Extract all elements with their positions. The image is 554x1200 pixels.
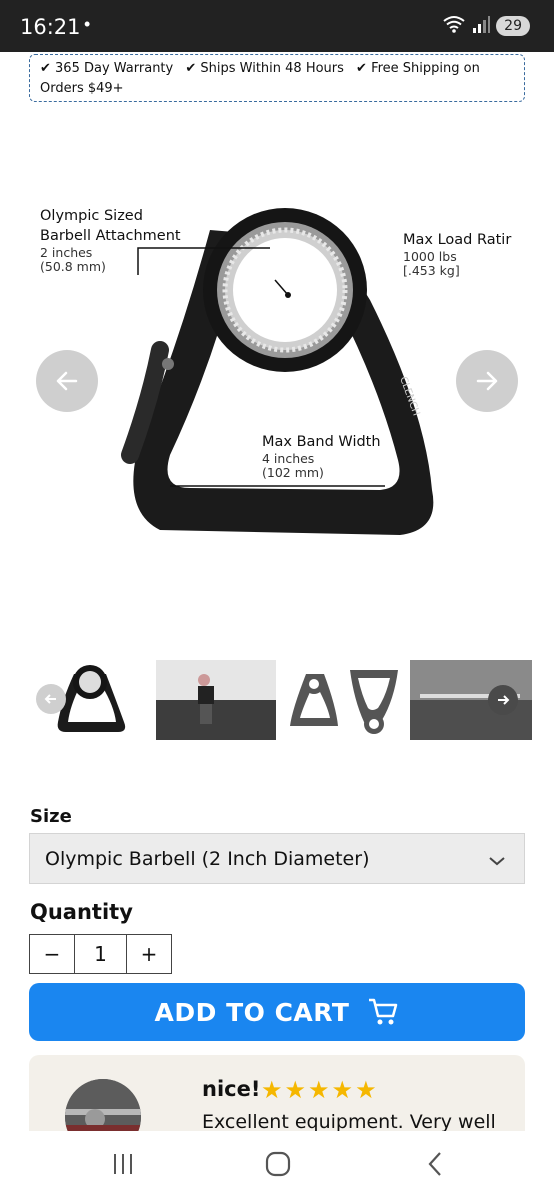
band-width-label: Max Band Width 4 inches (102 mm) (262, 432, 381, 480)
quantity-increase-button[interactable]: + (127, 935, 171, 973)
band-width-mm: (102 mm) (262, 465, 324, 480)
arrow-right-icon (476, 371, 498, 391)
recent-apps-icon (114, 1154, 132, 1174)
thumbnail-2[interactable] (156, 660, 276, 740)
load-title: Max Load Ratir (403, 232, 512, 248)
load-lbs: 1000 lbs (403, 249, 457, 264)
load-label: Max Load Ratir 1000 lbs [.453 kg] (403, 230, 511, 278)
previous-image-button[interactable] (36, 350, 98, 412)
shipping-speed-text: ✔ Ships Within 48 Hours (185, 61, 344, 76)
arrow-left-icon (44, 694, 56, 704)
review-card: nice! ★★★★★ Excellent equipment. Very we… (29, 1055, 525, 1131)
status-bar: 16:21 • 29 (0, 0, 554, 52)
warranty-text: ✔ 365 Day Warranty (40, 61, 174, 76)
chevron-down-icon (488, 850, 506, 872)
star-rating: ★★★★★ (261, 1077, 379, 1104)
quantity-decrease-button[interactable]: − (30, 935, 75, 973)
size-label: Size (30, 806, 72, 827)
attachment-title-line2: Barbell Attachment (40, 228, 181, 244)
recent-apps-button[interactable] (108, 1149, 138, 1179)
home-button[interactable] (263, 1149, 293, 1179)
thumbnail-4[interactable] (410, 660, 532, 740)
shipping-banner: ✔ 365 Day Warranty ✔ Ships Within 48 Hou… (29, 54, 525, 102)
size-select[interactable]: Olympic Barbell (2 Inch Diameter) (29, 833, 525, 884)
system-navigation-bar (0, 1131, 554, 1200)
home-icon (265, 1151, 291, 1177)
add-to-cart-button[interactable]: ADD TO CART (29, 983, 525, 1041)
status-time: 16:21 (20, 15, 81, 39)
status-icons: 29 (442, 15, 530, 37)
cart-icon (369, 998, 398, 1025)
quantity-input[interactable]: 1 (75, 935, 127, 973)
attachment-title-line1: Olympic Sized (40, 208, 143, 224)
thumb-next-button[interactable] (488, 685, 518, 715)
add-to-cart-label: ADD TO CART (154, 997, 350, 1027)
battery-icon: 29 (496, 16, 530, 36)
quantity-stepper: − 1 + (29, 934, 172, 974)
attachment-size-mm: (50.8 mm) (40, 259, 106, 274)
band-width-title: Max Band Width (262, 434, 381, 450)
thumbnail-1[interactable] (22, 660, 144, 740)
back-icon (428, 1152, 441, 1176)
size-selected-value: Olympic Barbell (2 Inch Diameter) (45, 848, 370, 870)
notification-dot: • (84, 14, 91, 34)
attachment-size: 2 inches (40, 245, 93, 260)
review-title: nice! (202, 1077, 261, 1101)
wifi-icon (442, 14, 466, 39)
quantity-label: Quantity (30, 900, 133, 924)
arrow-right-icon (498, 695, 510, 705)
attachment-label: Olympic Sized Barbell Attachment 2 inche… (40, 206, 181, 274)
review-text: Excellent equipment. Very well (202, 1111, 496, 1131)
load-kg: [.453 kg] (403, 263, 460, 278)
review-photo (65, 1079, 141, 1131)
band-width-inches: 4 inches (262, 451, 315, 466)
signal-icon (472, 15, 491, 38)
thumbnail-strip (22, 660, 532, 740)
next-image-button[interactable] (456, 350, 518, 412)
thumb-prev-button[interactable] (36, 684, 66, 714)
back-button[interactable] (420, 1149, 450, 1179)
arrow-left-icon (56, 371, 78, 391)
thumbnail-3[interactable] (286, 660, 406, 740)
product-main-image[interactable]: CLENCH Olympic Sized Barbell Attachment … (0, 110, 554, 650)
